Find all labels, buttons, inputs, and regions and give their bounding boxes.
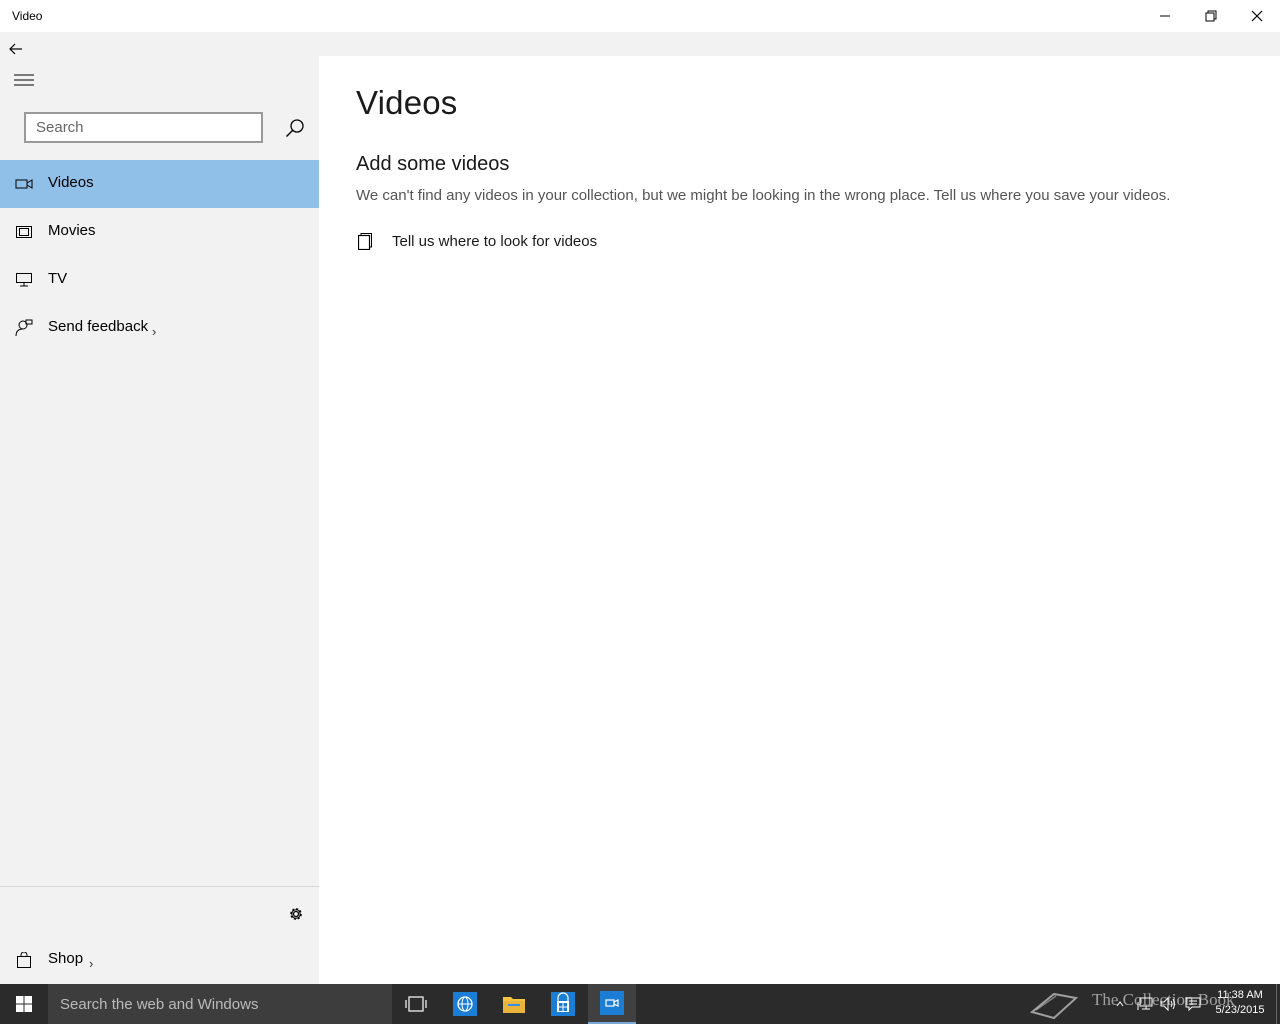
store-icon (551, 992, 575, 1016)
chevron-right-icon: › (152, 324, 157, 339)
film-icon (15, 223, 33, 241)
sidebar-item-tv[interactable]: TV (0, 256, 319, 304)
network-icon (1137, 997, 1153, 1010)
chevron-up-icon (1116, 1001, 1124, 1007)
feedback-icon (15, 319, 33, 337)
gear-icon (290, 908, 302, 920)
search-input[interactable] (26, 114, 261, 141)
show-hidden-icons-button[interactable] (1112, 984, 1128, 1024)
sidebar-item-movies[interactable]: Movies (0, 208, 319, 256)
sidebar-item-label: Videos (48, 174, 94, 191)
restore-button[interactable] (1188, 0, 1234, 32)
sidebar-item-send-feedback[interactable]: Send feedback › (0, 304, 319, 352)
section-title: Add some videos (356, 153, 510, 175)
hamburger-menu-button[interactable] (0, 66, 48, 94)
page-title: Videos (356, 84, 458, 121)
taskbar-search-box[interactable]: Search the web and Windows (48, 984, 392, 1024)
book-logo-icon (1028, 982, 1080, 1022)
hamburger-icon (14, 74, 34, 86)
close-button[interactable] (1234, 0, 1280, 32)
add-video-folder-link[interactable]: Tell us where to look for videos (356, 228, 597, 254)
close-icon (1251, 10, 1263, 22)
volume-button[interactable] (1158, 984, 1180, 1024)
shop-label: Shop (48, 950, 84, 967)
minimize-button[interactable] (1142, 0, 1188, 32)
search-button[interactable] (278, 112, 312, 143)
speaker-icon (1160, 997, 1175, 1011)
sidebar-divider (0, 886, 319, 887)
video-camera-icon (15, 175, 33, 193)
title-bar: Video (0, 0, 1280, 32)
settings-button[interactable] (284, 902, 308, 926)
sidebar-item-label: TV (48, 270, 68, 287)
video-app-icon (600, 991, 624, 1015)
taskbar-file-explorer[interactable] (490, 984, 538, 1024)
monitor-icon (15, 271, 33, 289)
internet-explorer-icon (453, 992, 477, 1016)
taskbar-internet-explorer[interactable] (441, 984, 489, 1024)
taskbar-store[interactable] (539, 984, 587, 1024)
back-arrow-icon (9, 43, 22, 55)
chevron-right-icon: › (89, 956, 94, 971)
windows-logo-icon (16, 996, 32, 1012)
file-explorer-icon (503, 997, 525, 1013)
empty-collection-message: We can't find any videos in your collect… (356, 187, 1171, 204)
network-button[interactable] (1134, 984, 1156, 1024)
document-icon (356, 231, 374, 251)
clock-time: 11:38 AM (1217, 989, 1263, 1001)
sidebar-item-videos[interactable]: Videos (0, 160, 319, 208)
back-bar (0, 32, 1280, 56)
taskbar-clock[interactable]: 11:38 AM 5/23/2015 (1206, 988, 1274, 1018)
action-center-button[interactable] (1182, 984, 1204, 1024)
search-box (24, 112, 263, 143)
task-view-icon (405, 996, 427, 1012)
task-view-button[interactable] (392, 984, 440, 1024)
clock-date: 5/23/2015 (1215, 1004, 1265, 1016)
taskbar: Search the web and Windows The Collectio… (0, 984, 1280, 1024)
show-desktop-button[interactable] (1276, 984, 1280, 1024)
restore-icon (1205, 10, 1217, 22)
sidebar-item-shop[interactable]: Shop › (0, 936, 319, 984)
add-video-folder-link-label: Tell us where to look for videos (392, 232, 598, 250)
search-icon (285, 118, 304, 137)
shopping-bag-icon (15, 951, 33, 969)
message-icon (1185, 997, 1201, 1011)
taskbar-video-app[interactable] (588, 984, 636, 1024)
sidebar-item-label: Movies (48, 222, 96, 239)
minimize-icon (1160, 15, 1170, 17)
main-content: Videos Add some videos We can't find any… (319, 56, 1280, 984)
sidebar-item-label: Send feedback (48, 318, 149, 335)
window-title: Video (12, 9, 43, 23)
taskbar-search-placeholder: Search the web and Windows (60, 996, 259, 1013)
sidebar: Videos Movies TV Send feedback › Shop (0, 56, 319, 984)
start-button[interactable] (0, 984, 48, 1024)
